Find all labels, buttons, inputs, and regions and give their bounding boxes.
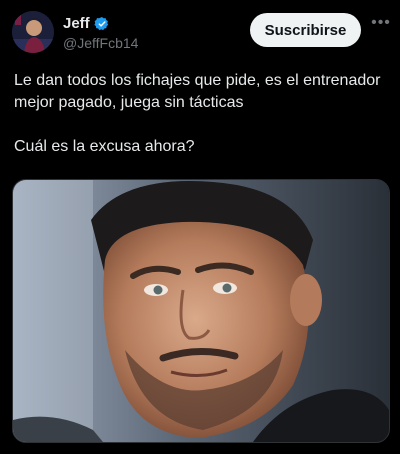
subscribe-button[interactable]: Suscribirse xyxy=(250,13,361,47)
tweet-text: Le dan todos los fichajes que pide, es e… xyxy=(14,70,388,158)
user-handle[interactable]: @JeffFcb14 xyxy=(63,35,138,51)
display-name[interactable]: Jeff xyxy=(63,15,110,32)
tweet-text-line: Cuál es la excusa ahora? xyxy=(14,138,195,155)
more-options-icon[interactable]: ••• xyxy=(371,15,391,38)
display-name-text: Jeff xyxy=(63,15,90,32)
avatar[interactable] xyxy=(12,11,54,53)
tweet-text-line: Le dan todos los fichajes que pide, es e… xyxy=(14,72,381,111)
tweet-header: Jeff @JeffFcb14 Suscribirse ••• xyxy=(0,0,400,60)
verified-badge-icon xyxy=(94,16,110,32)
tweet-photo[interactable] xyxy=(12,179,390,443)
